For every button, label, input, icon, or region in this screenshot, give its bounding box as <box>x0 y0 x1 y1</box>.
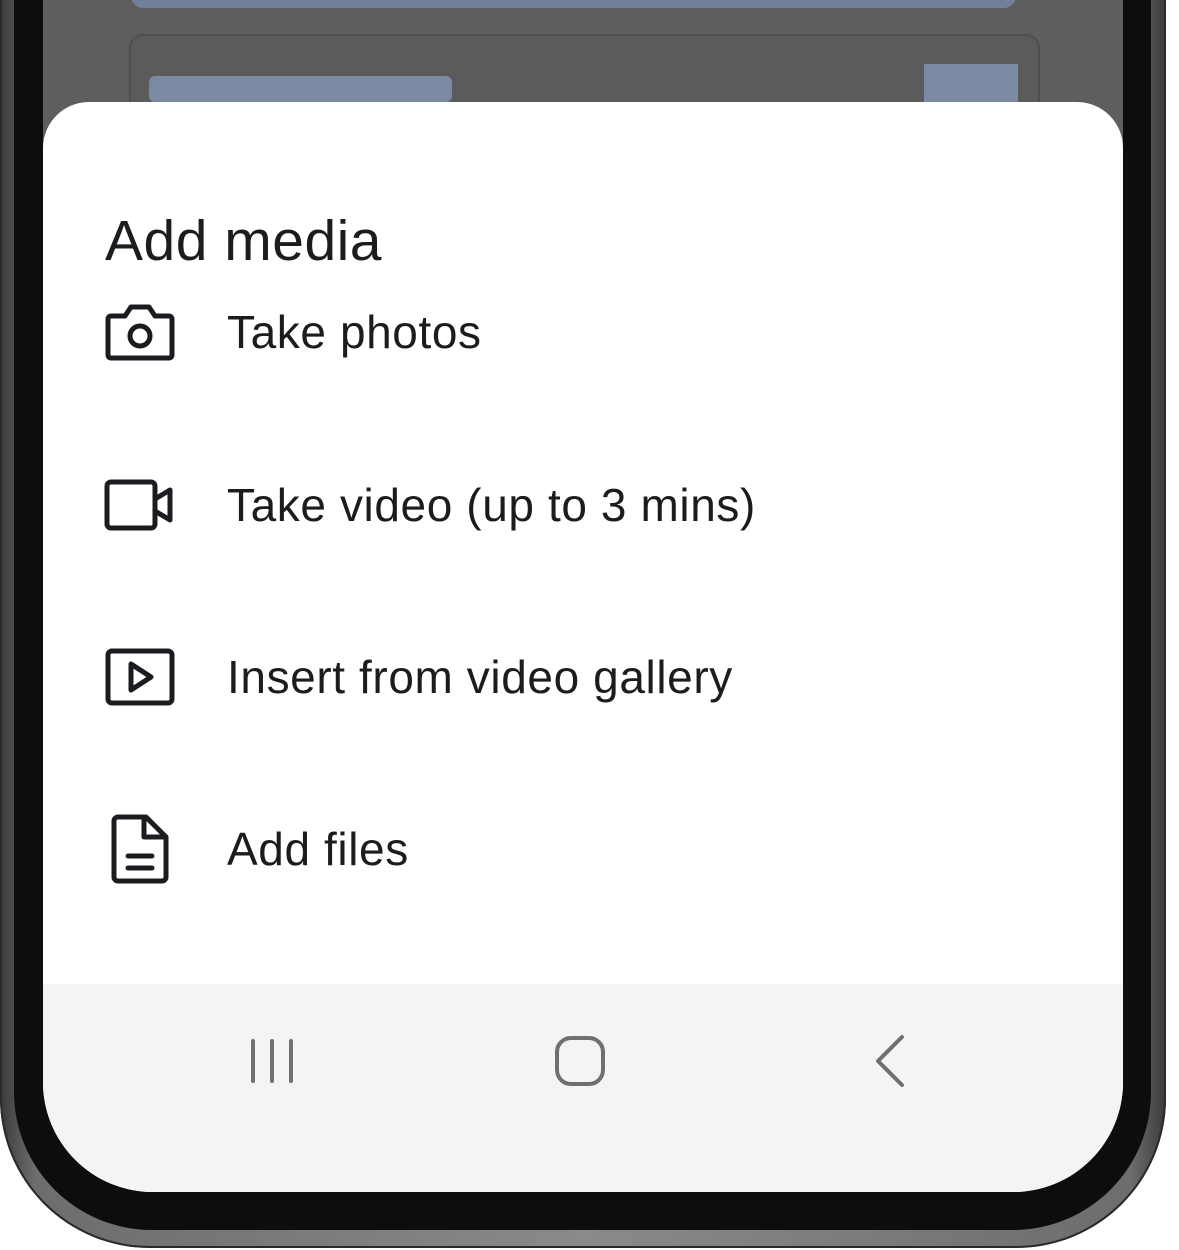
add-files-option[interactable]: Add files <box>43 763 1123 935</box>
back-icon <box>872 1033 908 1089</box>
phone-screen: Add media Take photos Take video (up to … <box>43 0 1123 1192</box>
take-photos-label: Take photos <box>227 306 482 358</box>
recent-apps-button[interactable] <box>212 1018 332 1104</box>
home-button[interactable] <box>520 1018 640 1104</box>
take-photos-option[interactable]: Take photos <box>43 246 1123 418</box>
background-placeholder-text <box>149 76 452 102</box>
take-video-label: Take video (up to 3 mins) <box>227 479 756 531</box>
file-icon <box>103 812 177 886</box>
home-icon <box>554 1035 606 1087</box>
insert-from-video-gallery-label: Insert from video gallery <box>227 651 733 703</box>
insert-from-video-gallery-option[interactable]: Insert from video gallery <box>43 591 1123 763</box>
page: Add media Take photos Take video (up to … <box>0 0 1179 1250</box>
back-button[interactable] <box>830 1018 950 1104</box>
take-video-option[interactable]: Take video (up to 3 mins) <box>43 419 1123 591</box>
background-placeholder-bar <box>131 0 1016 8</box>
add-files-label: Add files <box>227 823 409 875</box>
system-navigation-bar <box>43 984 1123 1192</box>
camera-icon <box>103 295 177 369</box>
video-gallery-icon <box>103 640 177 714</box>
recent-apps-icon <box>247 1037 297 1085</box>
video-camera-icon <box>103 468 177 542</box>
